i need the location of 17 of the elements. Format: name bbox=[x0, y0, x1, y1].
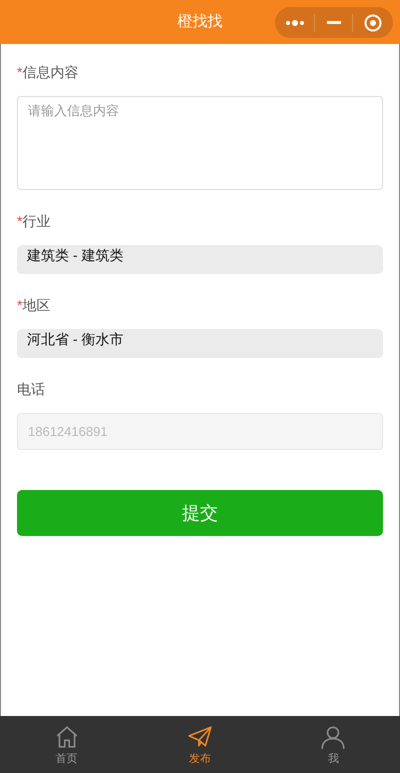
picker-field[interactable]: 建筑类 - 建筑类 bbox=[17, 245, 383, 274]
field-label: 地区 bbox=[22, 296, 50, 315]
content-field[interactable]: 请输入信息内容 bbox=[17, 96, 383, 190]
tab-item[interactable]: 首页 bbox=[0, 716, 134, 773]
required-mark: * bbox=[17, 212, 22, 231]
required-mark: * bbox=[17, 296, 22, 315]
tab-item[interactable]: 发布 bbox=[133, 716, 267, 773]
field-label: 电话 bbox=[17, 380, 45, 399]
field-label: 行业 bbox=[22, 212, 50, 231]
required-mark: * bbox=[17, 63, 22, 82]
tab-item[interactable]: 我 bbox=[266, 716, 400, 773]
nav-title: 橙找找 bbox=[178, 12, 222, 32]
paper-plane-icon bbox=[186, 724, 213, 750]
picker-field[interactable]: 河北省 - 衡水市 bbox=[17, 329, 383, 358]
submit-button[interactable]: 提交 bbox=[17, 490, 383, 536]
field-label: 信息内容 bbox=[22, 63, 78, 82]
person-icon bbox=[320, 724, 346, 750]
